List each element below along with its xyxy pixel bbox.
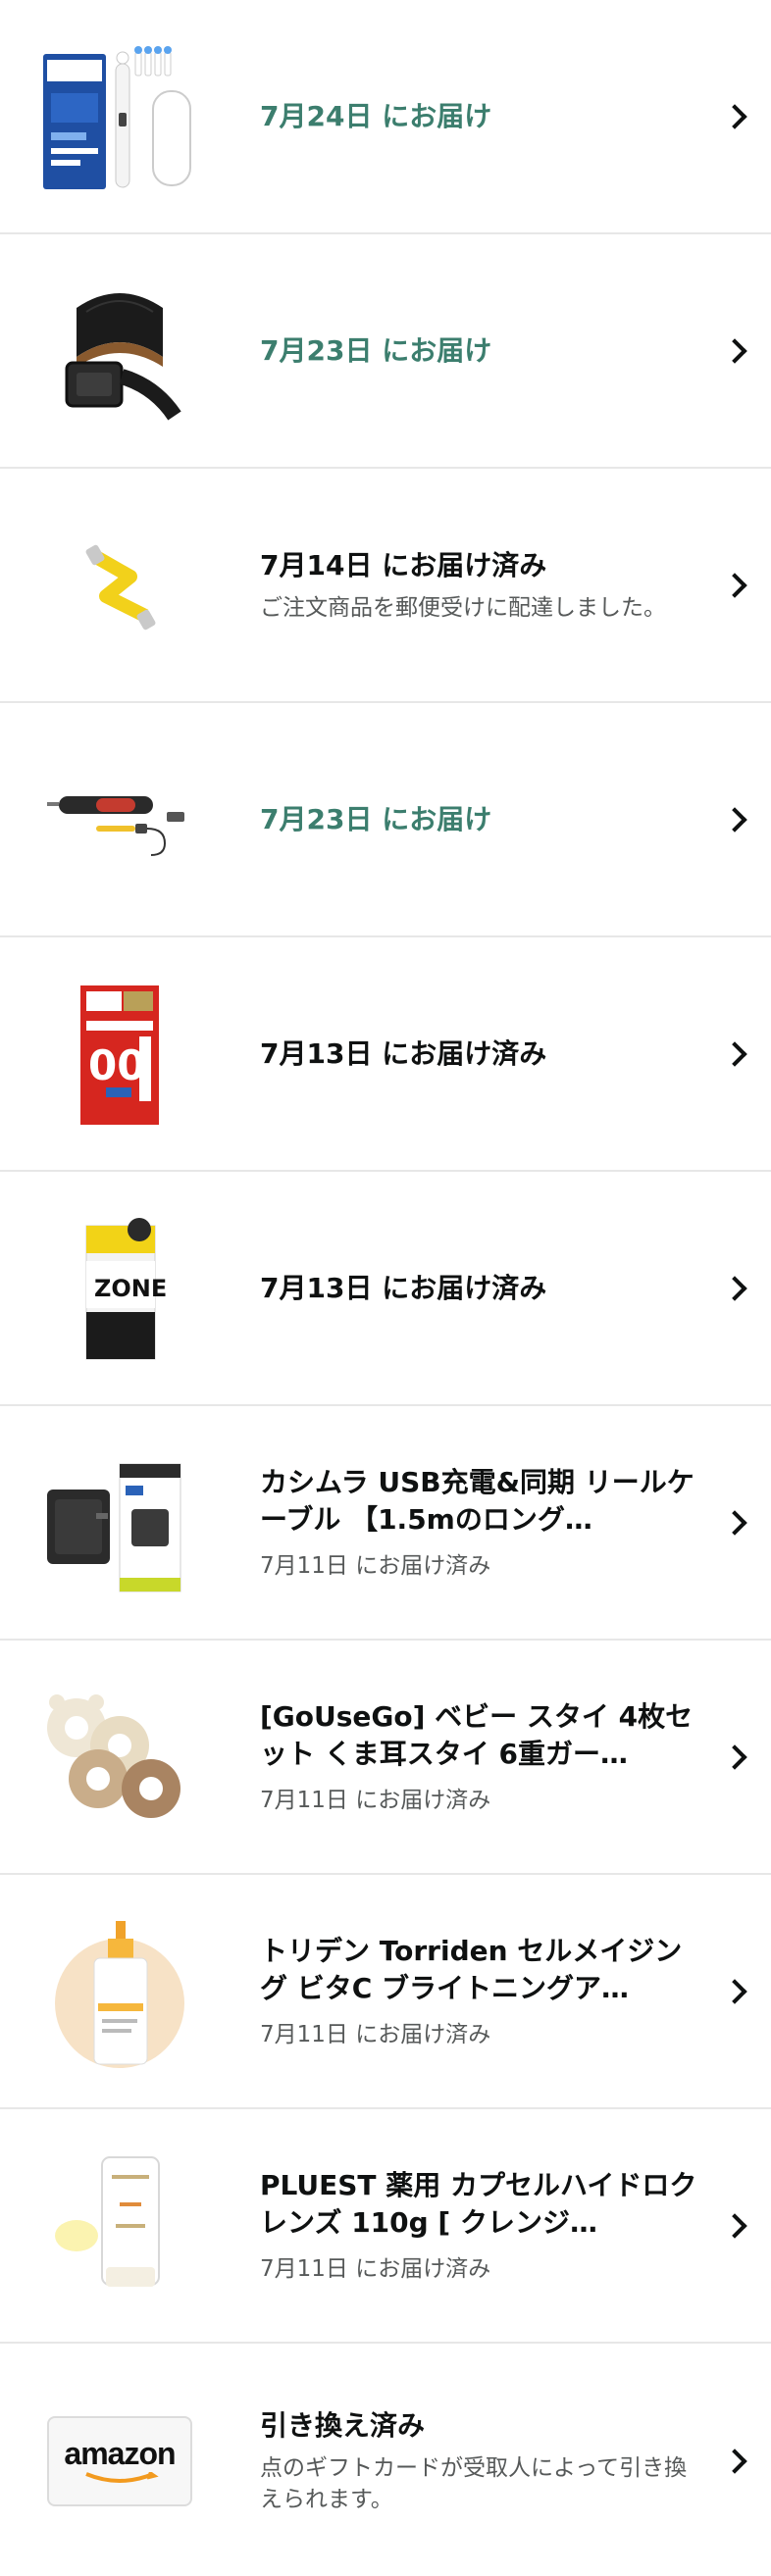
chevron-right-icon (722, 806, 747, 833)
order-text: トリデン Torriden セルメイジング ビタC ブライトニングア… 7月11… (260, 1933, 702, 2050)
delivery-status: 7月11日 にお届け済み (260, 1552, 491, 1579)
amazon-gift-card-icon: amazon (37, 2379, 202, 2544)
order-row[interactable]: [GoUseGo] ベビー スタイ 4枚セット くま耳スタイ 6重ガー… 7月1… (0, 1641, 771, 1875)
order-text: [GoUseGo] ベビー スタイ 4枚セット くま耳スタイ 6重ガー… 7月1… (260, 1698, 702, 1816)
chevron-right-icon (722, 1978, 747, 2004)
chevron-right-icon (722, 1275, 747, 1301)
amazon-logo-text: amazon (64, 2436, 176, 2471)
product-box-zone-icon: ZONE (37, 1206, 202, 1371)
chevron-right-icon (722, 1509, 747, 1536)
gift-status: 引き換え済み (260, 2408, 426, 2442)
order-row[interactable]: 7月23日 にお届け (0, 234, 771, 469)
amazon-smile-icon (85, 2472, 159, 2483)
order-text: カシムラ USB充電&同期 リールケーブル 【1.5mのロング… 7月11日 に… (260, 1464, 702, 1582)
order-list: 7月24日 にお届け 7月23日 にお届け 7月14日 にお届け済み ご注文商品… (0, 0, 771, 2576)
order-text: 7月24日 にお届け (260, 98, 702, 135)
order-text: 7月23日 にお届け (260, 332, 702, 370)
electric-screwdriver-icon (37, 737, 202, 902)
gift-card: amazon (47, 2415, 192, 2506)
chevron-right-icon (722, 572, 747, 598)
leather-belt-icon (37, 269, 202, 433)
order-row[interactable]: トリデン Torriden セルメイジング ビタC ブライトニングア… 7月11… (0, 1875, 771, 2109)
usb-charger-icon (37, 1440, 202, 1605)
chevron-right-icon (722, 2448, 747, 2474)
order-text: 7月13日 にお届け済み (260, 1270, 702, 1307)
delivery-status: 7月11日 にお届け済み (260, 2021, 491, 2047)
order-text: 引き換え済み 点のギフトカードが受取人によって引き換えられます。 (260, 2407, 702, 2515)
order-row[interactable]: ZONE 7月13日 にお届け済み (0, 1172, 771, 1406)
delivery-status: 7月23日 にお届け (260, 802, 492, 835)
delivery-status: 7月13日 にお届け済み (260, 1271, 547, 1304)
order-row[interactable]: PLUEST 薬用 カプセルハイドロクレンズ 110g [ クレンジ… 7月11… (0, 2109, 771, 2344)
order-row[interactable]: 7月24日 にお届け (0, 0, 771, 234)
baby-bib-icon (37, 1675, 202, 1840)
order-text: 7月14日 にお届け済み ご注文商品を郵便受けに配達しました。 (260, 547, 702, 624)
delivery-status: 7月11日 にお届け済み (260, 1787, 491, 1813)
cleanser-tube-icon (37, 2144, 202, 2308)
product-title: カシムラ USB充電&同期 リールケーブル 【1.5mのロング… (260, 1465, 694, 1536)
order-row[interactable]: 7月14日 にお届け済み ご注文商品を郵便受けに配達しました。 (0, 469, 771, 703)
order-row[interactable]: カシムラ USB充電&同期 リールケーブル 【1.5mのロング… 7月11日 に… (0, 1406, 771, 1641)
order-text: 7月13日 にお届け済み (260, 1035, 702, 1073)
gift-note: 点のギフトカードが受取人によって引き換えられます。 (260, 2454, 688, 2512)
order-text: 7月23日 にお届け (260, 801, 702, 838)
chevron-right-icon (722, 1040, 747, 1067)
delivery-status: 7月13日 にお届け済み (260, 1036, 547, 1070)
delivery-status: 7月23日 にお届け (260, 333, 492, 367)
product-title: [GoUseGo] ベビー スタイ 4枚セット くま耳スタイ 6重ガー… (260, 1699, 694, 1770)
delivery-status: 7月14日 にお届け済み (260, 548, 547, 581)
serum-bottle-icon (37, 1909, 202, 2074)
svg-text:00: 00 (88, 1041, 145, 1089)
electric-toothbrush-icon (37, 34, 202, 199)
order-text: PLUEST 薬用 カプセルハイドロクレンズ 110g [ クレンジ… 7月11… (260, 2167, 702, 2285)
delivery-note: ご注文商品を郵便受けに配達しました。 (260, 594, 666, 621)
order-row[interactable]: 7月23日 にお届け (0, 703, 771, 937)
order-row[interactable]: 00 7月13日 にお届け済み (0, 937, 771, 1172)
usb-cable-icon (37, 503, 202, 668)
delivery-status: 7月11日 にお届け済み (260, 2255, 491, 2282)
order-row[interactable]: amazon 引き換え済み 点のギフトカードが受取人によって引き換えられます。 (0, 2344, 771, 2576)
product-box-red-icon: 00 (37, 972, 202, 1136)
svg-text:ZONE: ZONE (94, 1275, 167, 1302)
chevron-right-icon (722, 2212, 747, 2239)
product-title: トリデン Torriden セルメイジング ビタC ブライトニングア… (260, 1934, 683, 2004)
chevron-right-icon (722, 103, 747, 129)
chevron-right-icon (722, 1743, 747, 1770)
product-title: PLUEST 薬用 カプセルハイドロクレンズ 110g [ クレンジ… (260, 2168, 697, 2239)
chevron-right-icon (722, 337, 747, 364)
delivery-status: 7月24日 にお届け (260, 99, 492, 132)
